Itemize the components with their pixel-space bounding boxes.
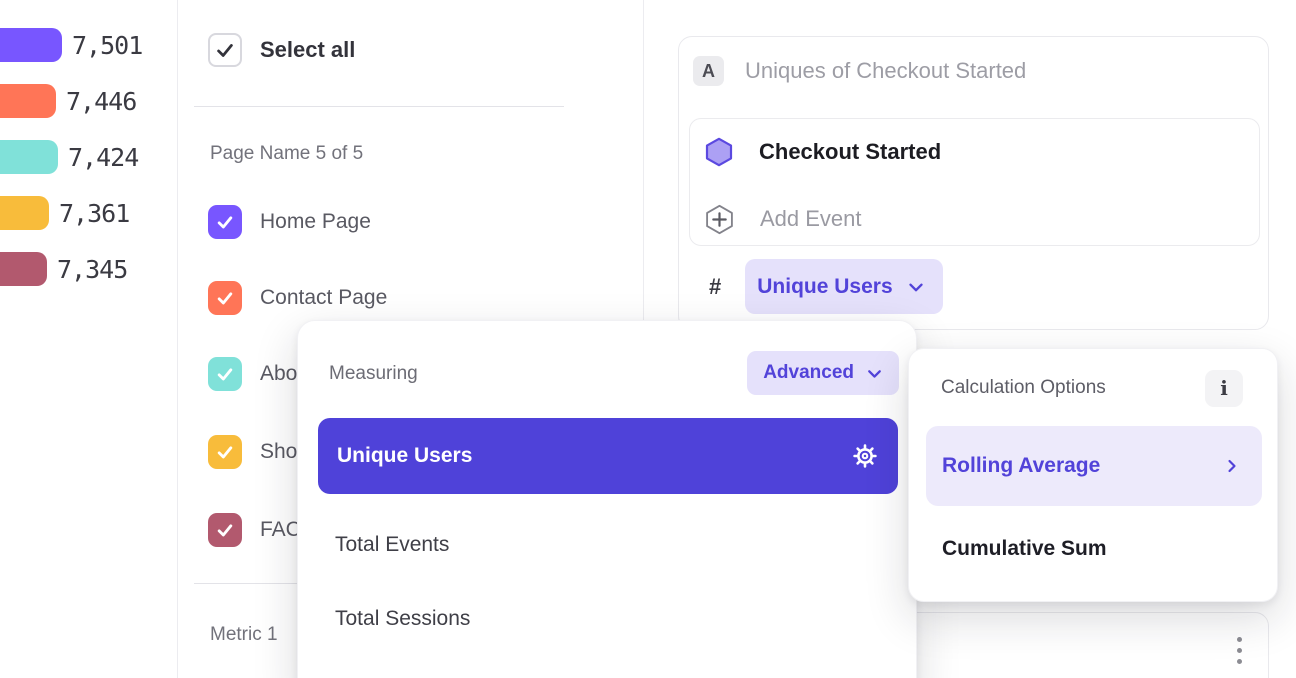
hash-symbol: # [709, 274, 721, 300]
chevron-right-icon [1222, 456, 1242, 476]
filter-item-row[interactable]: FAC [208, 513, 301, 547]
measuring-title: Measuring [329, 363, 418, 395]
check-icon [215, 212, 235, 232]
aggregation-chip-label: Unique Users [757, 275, 892, 299]
add-event-hexagon-plus-icon [705, 204, 734, 235]
checkbox-checked[interactable] [208, 435, 242, 469]
chevron-down-icon [864, 363, 885, 384]
add-event-label: Add Event [760, 206, 862, 232]
kebab-dot [1237, 648, 1242, 653]
bar-row: 7,361 [0, 196, 176, 230]
kebab-dot [1237, 659, 1242, 664]
check-icon [214, 39, 236, 61]
bar [0, 252, 47, 286]
check-icon [215, 288, 235, 308]
add-event-row[interactable]: Add Event [705, 203, 862, 235]
series-title-input[interactable]: Uniques of Checkout Started [745, 58, 1026, 84]
bar [0, 28, 62, 62]
check-icon [215, 442, 235, 462]
check-icon [215, 364, 235, 384]
bar [0, 196, 49, 230]
metric-label: Metric 1 [210, 624, 278, 646]
checkbox-checked[interactable] [208, 281, 242, 315]
series-title-row: A Uniques of Checkout Started [693, 56, 1026, 86]
calc-title: Calculation Options [941, 377, 1106, 399]
event-row[interactable]: Checkout Started [705, 136, 941, 168]
menu-option[interactable]: Total Events [335, 525, 449, 565]
series-badge: A [693, 56, 724, 86]
query-builder-card: A Uniques of Checkout Started Checkout S… [678, 36, 1269, 330]
filter-item-row[interactable]: Abo [208, 357, 297, 391]
aggregation-chip[interactable]: Unique Users [745, 259, 942, 314]
calculation-options-menu: Calculation Options i Rolling Average Cu… [908, 348, 1278, 602]
menu-option[interactable]: Total Sessions [335, 599, 470, 639]
group-label: Page Name 5 of 5 [210, 143, 363, 165]
calc-option-label: Rolling Average [942, 454, 1100, 478]
filter-item-label: Sho [260, 440, 297, 464]
divider [194, 106, 564, 107]
filter-item-label: Abo [260, 362, 297, 386]
bar-row: 7,446 [0, 84, 176, 118]
aggregation-row: # Unique Users [709, 259, 943, 314]
bar-value-label: 7,361 [59, 199, 129, 228]
checkbox-checked[interactable] [208, 357, 242, 391]
bar-row: 7,424 [0, 140, 176, 174]
event-name: Checkout Started [759, 139, 941, 165]
event-hexagon-icon [705, 137, 733, 167]
filter-item-label: Home Page [260, 210, 371, 234]
bar-value-label: 7,345 [57, 255, 127, 284]
filter-item-label: Contact Page [260, 286, 387, 310]
bar-value-label: 7,501 [72, 31, 142, 60]
bar-row: 7,345 [0, 252, 176, 286]
checkbox-checked[interactable] [208, 513, 242, 547]
bar-value-label: 7,424 [68, 143, 138, 172]
select-all-label: Select all [260, 37, 355, 63]
check-icon [215, 520, 235, 540]
calc-option[interactable]: Cumulative Sum [942, 529, 1107, 569]
calc-header: Calculation Options i [909, 349, 1277, 409]
select-all-row[interactable]: Select all [208, 33, 355, 67]
info-icon[interactable]: i [1205, 370, 1243, 407]
bar [0, 140, 58, 174]
event-list-card: Checkout Started Add Event [689, 118, 1260, 246]
checkbox-checked[interactable] [208, 205, 242, 239]
insights-screen: 7,501 7,446 7,424 7,361 7,345 Select all [0, 0, 1296, 678]
menu-option-label: Unique Users [337, 444, 472, 468]
kebab-dot [1237, 637, 1242, 642]
measuring-header: Measuring Advanced [298, 321, 916, 395]
bar-chart: 7,501 7,446 7,424 7,361 7,345 [0, 0, 176, 286]
advanced-mode-button[interactable]: Advanced [747, 351, 899, 395]
select-all-checkbox[interactable] [208, 33, 242, 67]
menu-option-selected[interactable]: Unique Users [318, 418, 898, 494]
measuring-menu: Measuring Advanced Unique Users [297, 320, 917, 678]
bar-value-label: 7,446 [66, 87, 136, 116]
calc-option-selected[interactable]: Rolling Average [926, 426, 1262, 506]
bar-row: 7,501 [0, 28, 176, 62]
filter-item-label: FAC [260, 518, 301, 542]
chevron-down-icon [905, 276, 927, 298]
gear-icon[interactable] [852, 443, 878, 469]
filter-item-row[interactable]: Home Page [208, 205, 371, 239]
advanced-mode-label: Advanced [763, 362, 854, 384]
filter-item-row[interactable]: Sho [208, 435, 297, 469]
filter-item-row[interactable]: Contact Page [208, 281, 387, 315]
bar [0, 84, 56, 118]
kebab-menu-button[interactable] [1237, 637, 1242, 664]
